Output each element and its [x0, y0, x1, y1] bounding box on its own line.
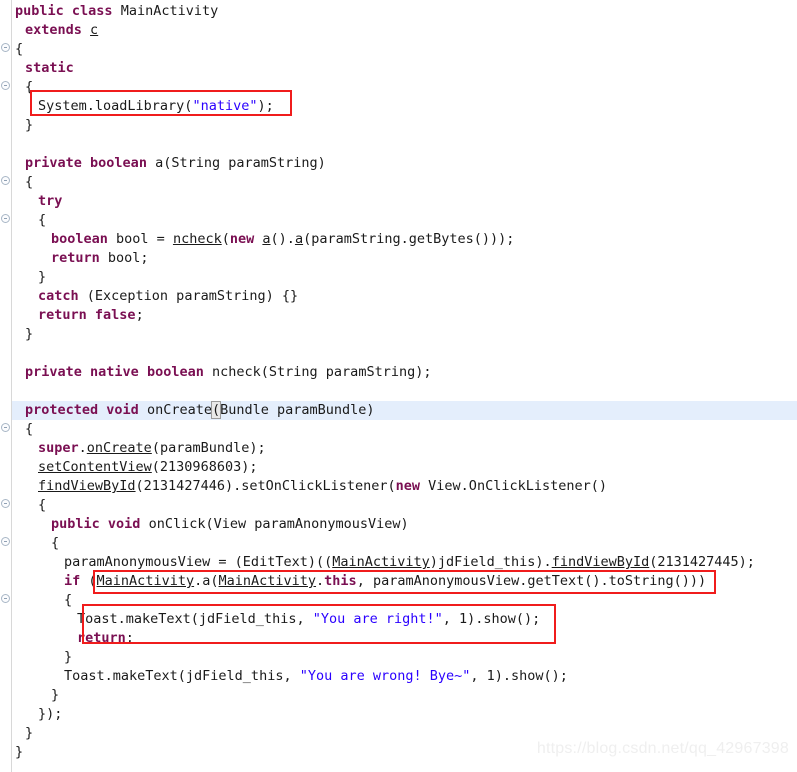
code-line-3[interactable]: {	[0, 40, 797, 59]
bracket-match-highlight: (	[210, 401, 222, 419]
fold-marker-static-open[interactable]	[1, 81, 10, 90]
code-line-17[interactable]: return false;	[0, 306, 797, 325]
fold-marker-class-open[interactable]	[1, 43, 10, 52]
code-line-24[interactable]: super.onCreate(paramBundle);	[0, 439, 797, 458]
code-line-14[interactable]: return bool;	[0, 249, 797, 268]
code-line-22-current[interactable]: protected void onCreate(Bundle paramBund…	[0, 401, 797, 420]
code-line-18[interactable]: }	[0, 325, 797, 344]
code-line-16[interactable]: catch (Exception paramString) {}	[0, 287, 797, 306]
code-editor-view[interactable]: public class MainActivity extends c { st…	[0, 0, 797, 772]
code-line-30[interactable]: paramAnonymousView = (EditText)((MainAct…	[0, 553, 797, 572]
fold-marker-onclick-open[interactable]	[1, 537, 10, 546]
code-line-35[interactable]: }	[0, 648, 797, 667]
code-line-11[interactable]: try	[0, 192, 797, 211]
code-line-37[interactable]: }	[0, 686, 797, 705]
code-line-23[interactable]: {	[0, 420, 797, 439]
code-line-10[interactable]: {	[0, 173, 797, 192]
code-line-27[interactable]: {	[0, 496, 797, 515]
code-line-9[interactable]: private boolean a(String paramString)	[0, 154, 797, 173]
code-line-29[interactable]: {	[0, 534, 797, 553]
code-line-6[interactable]: System.loadLibrary("native");	[0, 97, 797, 116]
code-line-33[interactable]: Toast.makeText(jdField_this, "You are ri…	[0, 610, 797, 629]
code-line-38[interactable]: });	[0, 705, 797, 724]
code-line-4[interactable]: static	[0, 59, 797, 78]
code-line-13[interactable]: boolean bool = ncheck(new a().a(paramStr…	[0, 230, 797, 249]
fold-marker-try-open[interactable]	[1, 214, 10, 223]
code-line-28[interactable]: public void onClick(View paramAnonymousV…	[0, 515, 797, 534]
code-line-5[interactable]: {	[0, 78, 797, 97]
code-line-2[interactable]: extends c	[0, 21, 797, 40]
fold-marker-anon-open[interactable]	[1, 499, 10, 508]
code-line-12[interactable]: {	[0, 211, 797, 230]
code-surface[interactable]: public class MainActivity extends c { st…	[0, 0, 797, 772]
code-line-36[interactable]: Toast.makeText(jdField_this, "You are wr…	[0, 667, 797, 686]
code-line-31[interactable]: if (MainActivity.a(MainActivity.this, pa…	[0, 572, 797, 591]
code-line-25[interactable]: setContentView(2130968603);	[0, 458, 797, 477]
code-line-20[interactable]: private native boolean ncheck(String par…	[0, 363, 797, 382]
code-line-1[interactable]: public class MainActivity	[0, 2, 797, 21]
watermark-text: https://blog.csdn.net/qq_42967398	[536, 740, 789, 757]
fold-marker-method-a-open[interactable]	[1, 176, 10, 185]
code-line-15[interactable]: }	[0, 268, 797, 287]
fold-marker-if-open[interactable]	[1, 594, 10, 603]
code-line-26[interactable]: findViewById(2131427446).setOnClickListe…	[0, 477, 797, 496]
fold-marker-oncreate-open[interactable]	[1, 423, 10, 432]
code-line-34[interactable]: return;	[0, 629, 797, 648]
editor-gutter	[0, 0, 12, 772]
code-line-32[interactable]: {	[0, 591, 797, 610]
code-line-7[interactable]: }	[0, 116, 797, 135]
